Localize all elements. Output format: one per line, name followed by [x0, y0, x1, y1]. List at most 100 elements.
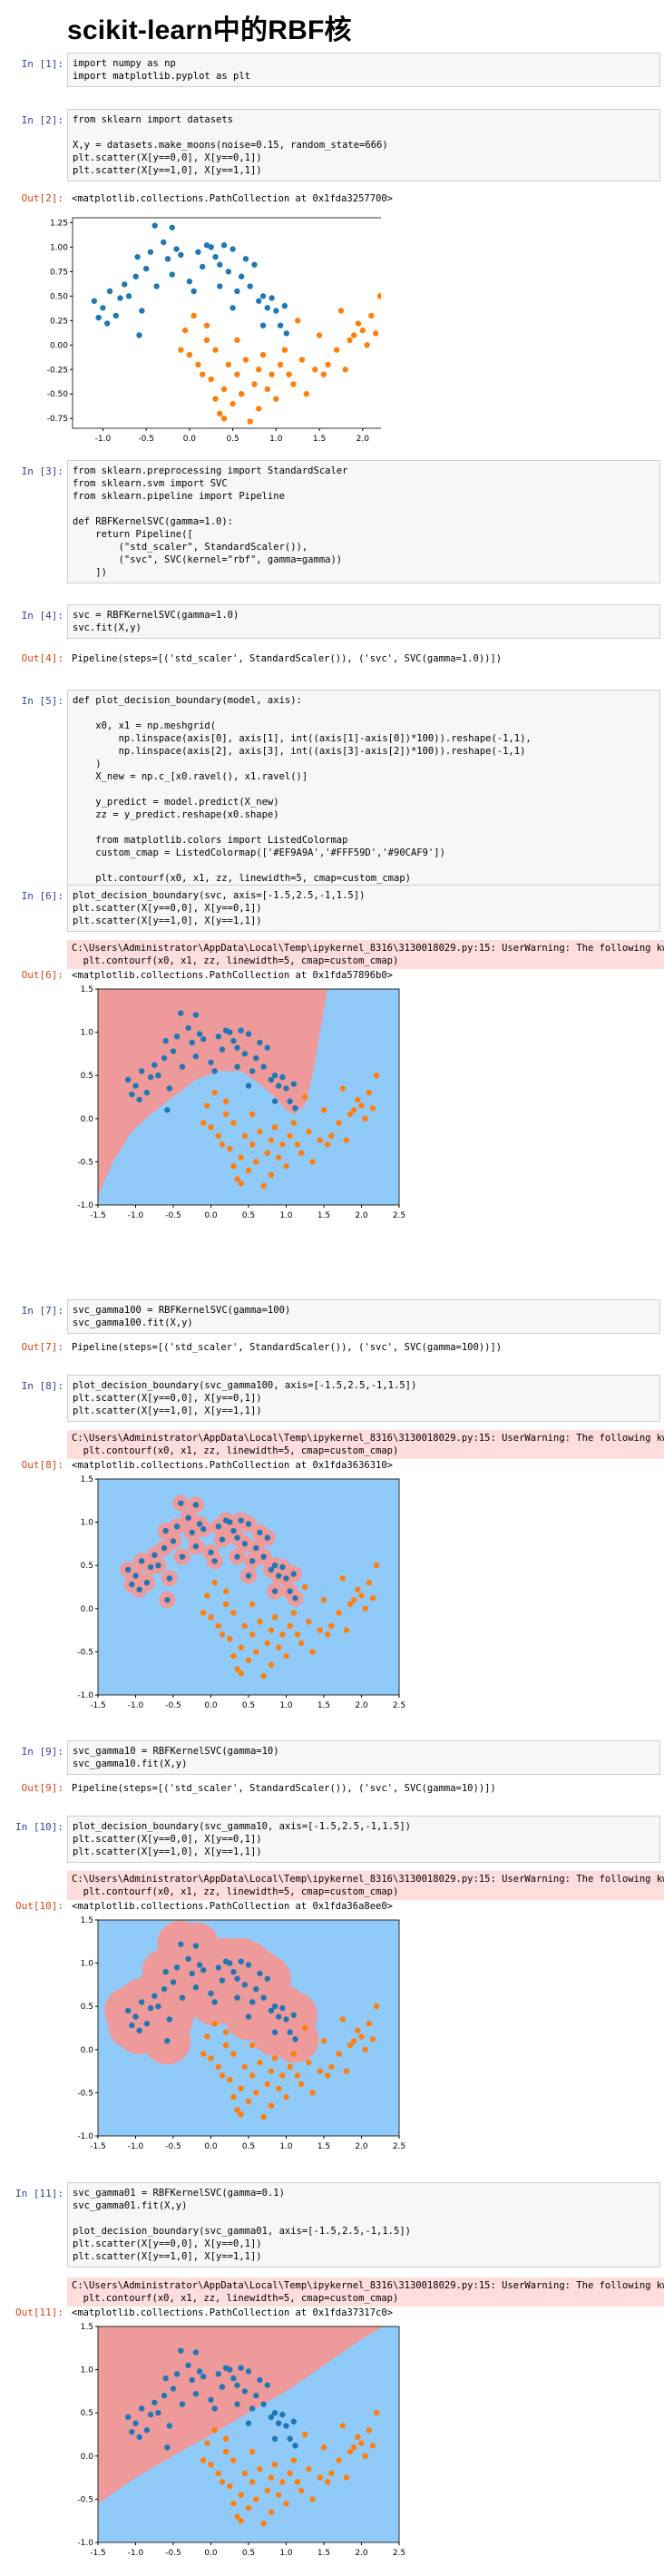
data-point-class0: [151, 1552, 158, 1558]
data-point-class1: [309, 1649, 316, 1655]
data-point-class0: [208, 1059, 214, 1066]
data-point-class0: [290, 2012, 297, 2018]
warning-output: C:\Users\Administrator\AppData\Local\Tem…: [67, 940, 664, 969]
data-point-class0: [189, 1529, 195, 1536]
data-point-class0: [164, 2444, 171, 2451]
data-point-class0: [162, 2375, 169, 2382]
code-cell[interactable]: def plot_decision_boundary(model, axis):…: [67, 690, 660, 889]
data-point-class1: [253, 1649, 259, 1655]
data-point-class0: [283, 2016, 289, 2023]
code-line: ("std_scaler", StandardScaler()),: [73, 542, 308, 553]
data-point-class1: [249, 2042, 256, 2049]
data-point-class0: [279, 2411, 286, 2418]
data-point-class1: [245, 2504, 252, 2512]
code-cell[interactable]: svc = RBFKernelSVC(gamma=1.0) svc.fit(X,y…: [67, 604, 660, 639]
data-point-class1: [351, 2444, 357, 2451]
warning-output: C:\Users\Administrator\AppData\Local\Tem…: [67, 1871, 664, 1900]
data-point-class1: [211, 2021, 218, 2027]
data-point-class0: [230, 2375, 237, 2382]
data-point-class1: [328, 2470, 335, 2477]
y-tick-label: 1.0: [81, 1519, 94, 1528]
data-point-class0: [151, 1993, 158, 1999]
code-cell[interactable]: svc_gamma10 = RBFKernelSVC(gamma=10) svc_…: [67, 1740, 660, 1775]
data-point-class0: [271, 2003, 278, 2010]
data-point-class0: [257, 2376, 263, 2384]
code-line: plot_decision_boundary(svc_gamma10, axis…: [73, 1821, 411, 1832]
data-point-class1: [260, 1182, 267, 1190]
data-point-class0: [185, 1514, 191, 1522]
x-tick-label: -1.5: [90, 2142, 106, 2151]
data-point-class0: [208, 244, 214, 250]
data-point-class0: [290, 2418, 297, 2424]
code-cell[interactable]: plot_decision_boundary(svc, axis=[-1.5,2…: [67, 885, 660, 932]
code-cell[interactable]: svc_gamma100 = RBFKernelSVC(gamma=100) sv…: [67, 1299, 660, 1334]
data-point-class1: [238, 2085, 244, 2091]
data-point-class1: [317, 2474, 324, 2481]
data-point-class0: [161, 1544, 168, 1552]
x-tick-label: 1.5: [317, 2142, 330, 2151]
data-point-class0: [211, 1068, 218, 1074]
data-point-class1: [339, 1085, 346, 1092]
data-point-class1: [303, 391, 309, 397]
data-point-class1: [290, 2051, 297, 2057]
code-cell[interactable]: from sklearn import datasets X,y = datas…: [67, 109, 660, 181]
data-point-class1: [230, 1162, 237, 1170]
data-point-class1: [294, 2072, 301, 2079]
data-point-class0: [260, 1553, 267, 1560]
code-cell[interactable]: plot_decision_boundary(svc_gamma10, axis…: [67, 1816, 660, 1863]
data-point-class1: [241, 2063, 249, 2071]
data-point-class1: [295, 318, 301, 324]
data-point-class1: [298, 357, 306, 363]
data-point-class0: [192, 1984, 200, 1991]
code-line: plt.scatter(X[y==0,0], X[y==0,1]): [73, 2238, 262, 2249]
data-point-class0: [276, 1572, 282, 1579]
y-tick-label: 0.0: [81, 2453, 94, 2462]
data-point-class1: [290, 1120, 297, 1126]
data-point-class0: [117, 295, 123, 301]
code-line: plt.scatter(X[y==1,0], X[y==1,1]): [73, 1846, 262, 1857]
data-point-class1: [200, 2051, 207, 2057]
data-point-class0: [155, 2410, 161, 2416]
data-point-class0: [161, 2392, 168, 2399]
data-point-class1: [222, 2435, 229, 2442]
data-point-class0: [151, 1062, 158, 1068]
data-point-class0: [211, 1558, 218, 1564]
y-tick-label: 1.25: [50, 219, 68, 228]
data-point-class1: [247, 418, 253, 425]
x-tick-label: -1.0: [128, 1701, 144, 1710]
data-point-class1: [276, 1154, 282, 1161]
code-line: from sklearn.pipeline import Pipeline: [73, 491, 285, 502]
data-point-class1: [373, 2410, 380, 2416]
data-point-class0: [196, 1521, 203, 1527]
code-cell[interactable]: plot_decision_boundary(svc_gamma100, axi…: [67, 1375, 660, 1422]
data-point-class1: [294, 1631, 301, 1638]
data-point-class0: [166, 2423, 173, 2429]
code-line: svc = RBFKernelSVC(gamma=1.0): [73, 610, 239, 621]
code-cell[interactable]: from sklearn.preprocessing import Standa…: [67, 460, 660, 583]
data-point-class0: [173, 1033, 181, 1040]
code-line: def plot_decision_boundary(model, axis):: [73, 695, 302, 706]
data-point-class1: [337, 308, 345, 314]
in-prompt: In [6]:: [21, 890, 63, 902]
code-line: ]): [73, 567, 107, 578]
data-point-class1: [222, 1098, 229, 1104]
data-point-class0: [253, 2392, 259, 2399]
code-cell[interactable]: import numpy as np import matplotlib.pypl…: [67, 53, 660, 87]
output-text: <matplotlib.collections.PathCollection a…: [72, 193, 394, 204]
data-point-class1: [373, 2003, 380, 2010]
data-point-class0: [155, 1562, 161, 1569]
data-point-class0: [136, 2027, 142, 2034]
data-point-class1: [316, 332, 323, 338]
y-tick-label: 1.5: [81, 1475, 93, 1484]
x-tick-label: 1.0: [279, 2142, 293, 2151]
code-line: plt.scatter(X[y==0,0], X[y==0,1]): [73, 152, 262, 163]
code-line: from sklearn.preprocessing import Standa…: [73, 465, 348, 476]
data-point-class1: [249, 1111, 256, 1118]
data-point-class0: [217, 261, 223, 268]
code-line: svc_gamma10 = RBFKernelSVC(gamma=10): [73, 1746, 279, 1757]
data-point-class0: [179, 2401, 186, 2407]
data-point-class0: [281, 302, 288, 309]
data-point-class1: [225, 361, 232, 368]
code-cell[interactable]: svc_gamma01 = RBFKernelSVC(gamma=0.1) svc…: [67, 2182, 660, 2267]
data-point-class0: [136, 1586, 142, 1593]
